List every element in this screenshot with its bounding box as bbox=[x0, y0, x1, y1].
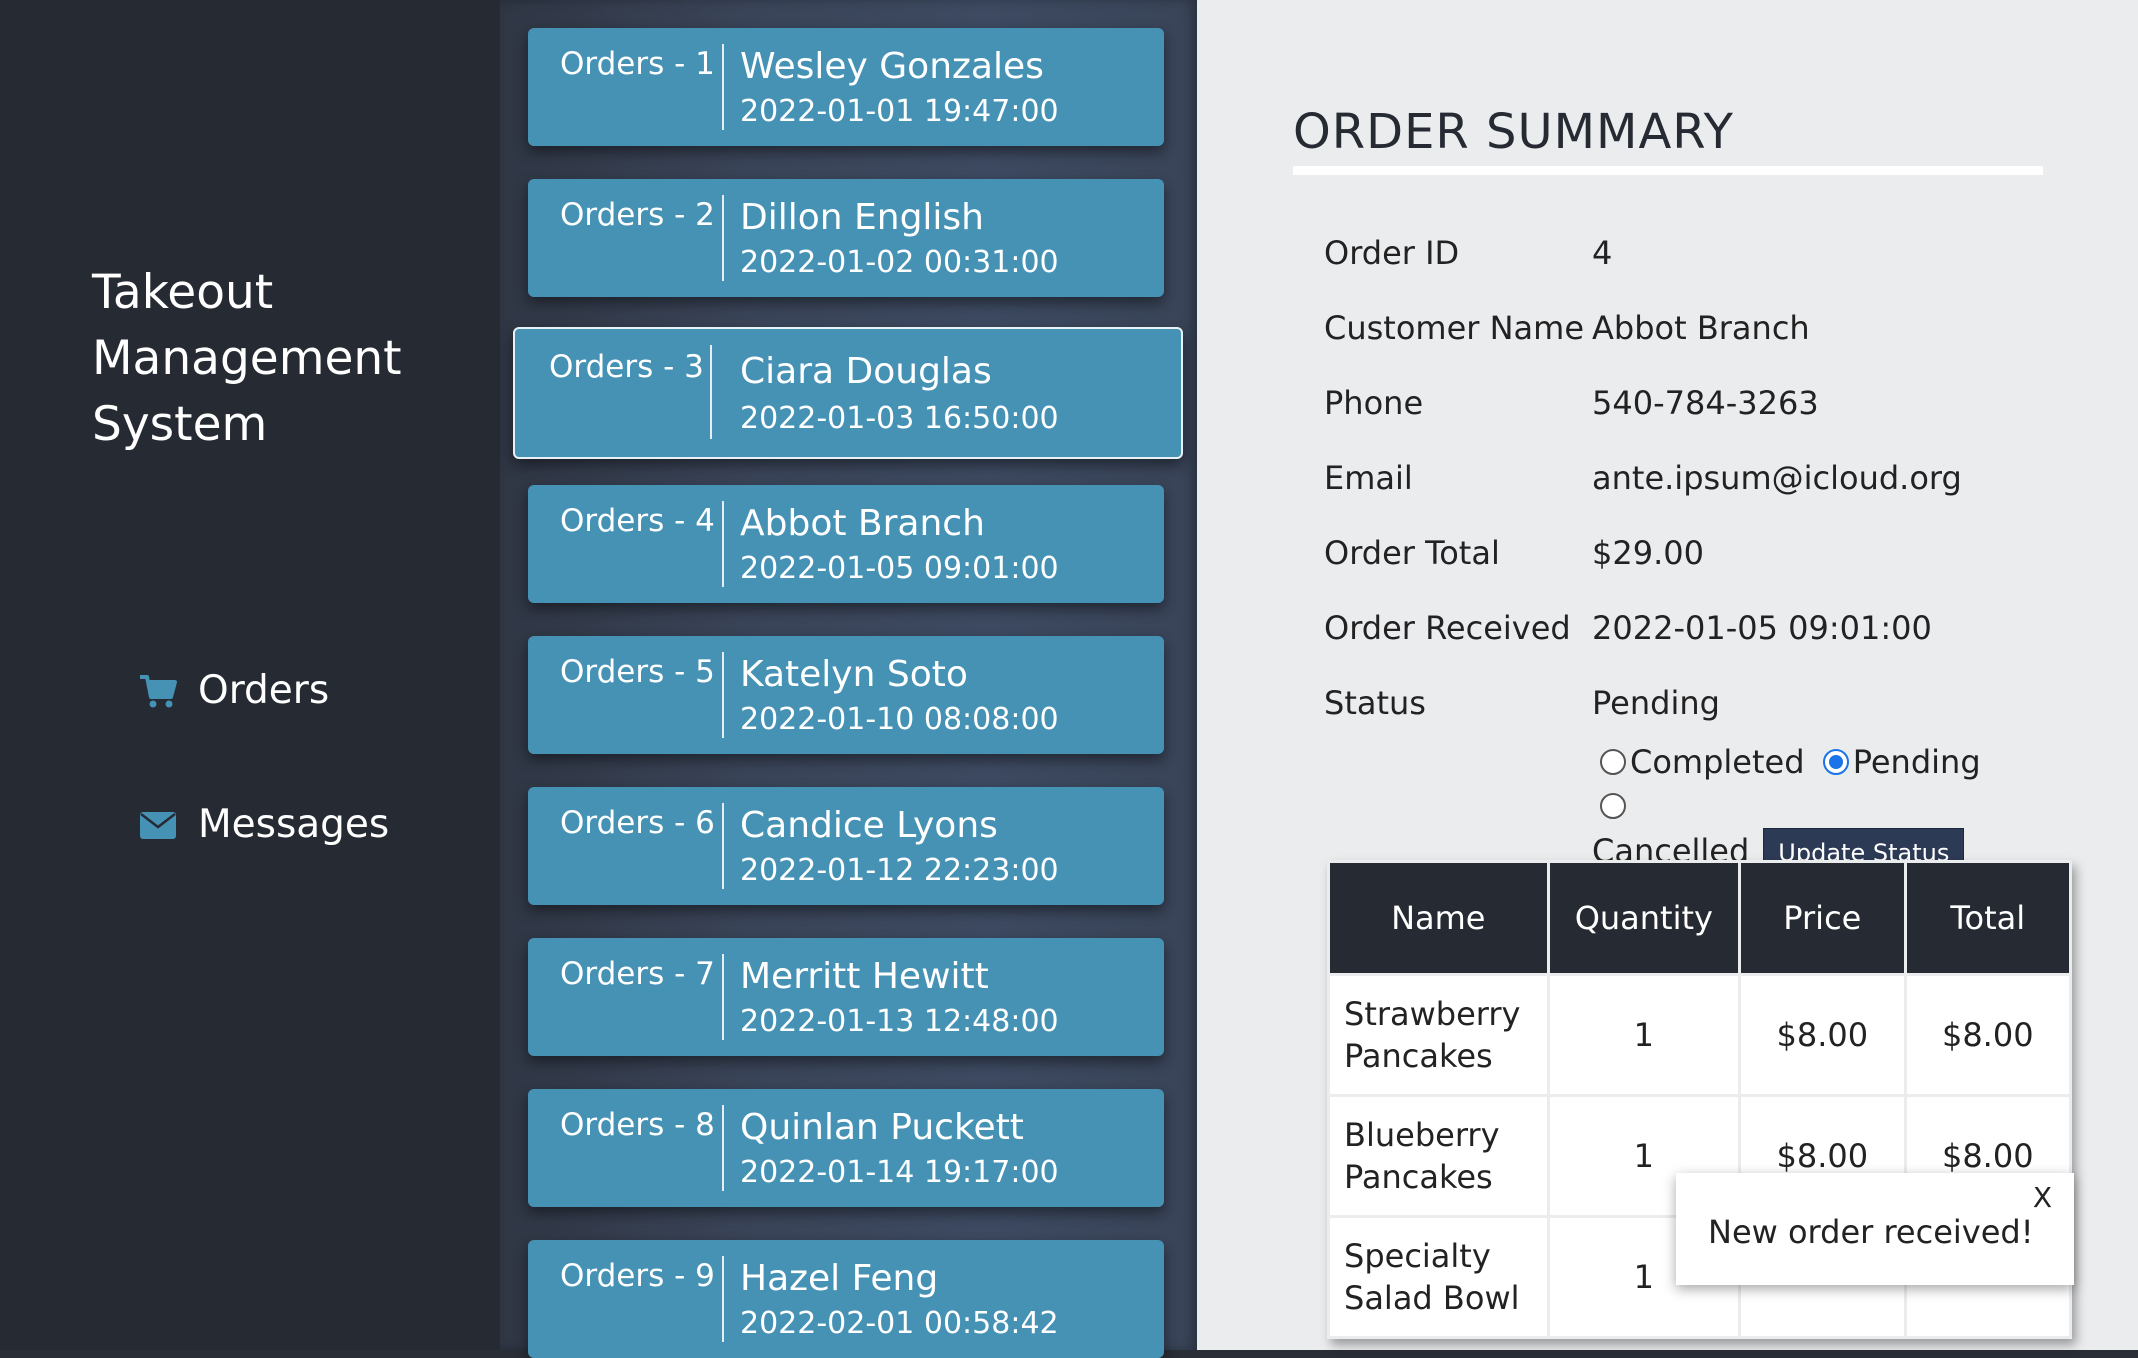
order-customer-name: Abbot Branch bbox=[740, 503, 985, 544]
phone-label: Phone bbox=[1324, 384, 1424, 422]
item-quantity: 1 bbox=[1546, 973, 1742, 1097]
order-customer-name: Katelyn Soto bbox=[740, 654, 968, 695]
item-name: Specialty Salad Bowl bbox=[1327, 1215, 1550, 1339]
order-date: 2022-02-01 00:58:42 bbox=[740, 1306, 1059, 1341]
order-customer-name: Merritt Hewitt bbox=[740, 956, 989, 997]
order-number: Orders - 2 bbox=[560, 197, 715, 233]
app-title-line: Takeout bbox=[92, 265, 274, 320]
cart-icon bbox=[140, 674, 177, 707]
customer-name-label: Customer Name bbox=[1324, 309, 1585, 347]
order-card[interactable]: Orders - 6 Candice Lyons 2022-01-12 22:2… bbox=[528, 787, 1164, 905]
order-card[interactable]: Orders - 5 Katelyn Soto 2022-01-10 08:08… bbox=[528, 636, 1164, 754]
app-title-line: System bbox=[92, 397, 268, 452]
status-pending-radio[interactable] bbox=[1822, 749, 1849, 775]
order-number: Orders - 4 bbox=[560, 503, 715, 539]
order-received-label: Order Received bbox=[1324, 609, 1571, 647]
order-customer-name: Dillon English bbox=[740, 197, 985, 238]
status-completed-radio[interactable] bbox=[1600, 749, 1626, 775]
order-number: Orders - 7 bbox=[560, 956, 715, 992]
order-date: 2022-01-02 00:31:00 bbox=[740, 245, 1059, 280]
column-header-quantity: Quantity bbox=[1546, 860, 1742, 976]
email-label: Email bbox=[1324, 459, 1413, 497]
item-price: $8.00 bbox=[1738, 973, 1907, 1097]
status-value: Pending bbox=[1592, 684, 1720, 722]
notification-toast: New order received! X bbox=[1676, 1173, 2074, 1285]
order-card-divider bbox=[722, 954, 724, 1040]
order-card[interactable]: Orders - 2 Dillon English 2022-01-02 00:… bbox=[528, 179, 1164, 297]
page-title: ORDER SUMMARY bbox=[1293, 104, 1734, 160]
order-card[interactable]: Orders - 7 Merritt Hewitt 2022-01-13 12:… bbox=[528, 938, 1164, 1056]
sidebar: Takeout Management System Orders Message… bbox=[0, 0, 500, 1350]
order-card-selected[interactable]: Orders - 3 Ciara Douglas 2022-01-03 16:5… bbox=[513, 327, 1183, 459]
status-completed-label: Completed bbox=[1630, 743, 1805, 781]
column-header-price: Price bbox=[1738, 860, 1907, 976]
column-header-total: Total bbox=[1903, 860, 2073, 976]
app-title-line: Management bbox=[92, 331, 402, 386]
order-card-divider bbox=[710, 345, 712, 439]
envelope-icon bbox=[140, 811, 176, 839]
order-date: 2022-01-14 19:17:00 bbox=[740, 1155, 1059, 1190]
order-date: 2022-01-10 08:08:00 bbox=[740, 702, 1059, 737]
order-card-divider bbox=[722, 44, 724, 130]
close-icon[interactable]: X bbox=[2033, 1181, 2052, 1214]
status-cancelled-radio[interactable] bbox=[1600, 793, 1626, 819]
order-card-divider bbox=[722, 1256, 724, 1342]
nav-orders[interactable]: Orders bbox=[138, 668, 329, 713]
order-id-value: 4 bbox=[1592, 234, 1613, 272]
order-id-label: Order ID bbox=[1324, 234, 1460, 272]
order-date: 2022-01-01 19:47:00 bbox=[740, 94, 1059, 129]
toast-message: New order received! bbox=[1708, 1213, 2034, 1251]
order-number: Orders - 6 bbox=[560, 805, 715, 841]
order-card[interactable]: Orders - 8 Quinlan Puckett 2022-01-14 19… bbox=[528, 1089, 1164, 1207]
item-name: Strawberry Pancakes bbox=[1327, 973, 1550, 1097]
phone-value: 540-784-3263 bbox=[1592, 384, 1819, 422]
column-header-name: Name bbox=[1327, 860, 1550, 976]
order-number: Orders - 8 bbox=[560, 1107, 715, 1143]
order-number: Orders - 9 bbox=[560, 1258, 715, 1294]
email-value: ante.ipsum@icloud.org bbox=[1592, 459, 1962, 497]
order-card[interactable]: Orders - 9 Hazel Feng 2022-02-01 00:58:4… bbox=[528, 1240, 1164, 1358]
order-card[interactable]: Orders - 1 Wesley Gonzales 2022-01-01 19… bbox=[528, 28, 1164, 146]
app-title: Takeout Management System bbox=[92, 260, 402, 458]
nav-orders-label: Orders bbox=[198, 668, 330, 713]
order-total-value: $29.00 bbox=[1592, 534, 1704, 572]
order-customer-name: Quinlan Puckett bbox=[740, 1107, 1024, 1148]
order-customer-name: Candice Lyons bbox=[740, 805, 998, 846]
order-number: Orders - 1 bbox=[560, 46, 715, 82]
table-row: Strawberry Pancakes 1 $8.00 $8.00 bbox=[1327, 973, 2073, 1097]
order-list: Orders - 1 Wesley Gonzales 2022-01-01 19… bbox=[500, 0, 1197, 1358]
order-received-value: 2022-01-05 09:01:00 bbox=[1592, 609, 1932, 647]
order-number: Orders - 5 bbox=[560, 654, 715, 690]
item-total: $8.00 bbox=[1903, 973, 2073, 1097]
status-label: Status bbox=[1324, 684, 1426, 722]
order-card-divider bbox=[722, 501, 724, 587]
order-card-divider bbox=[722, 1105, 724, 1191]
order-total-label: Order Total bbox=[1324, 534, 1500, 572]
order-customer-name: Hazel Feng bbox=[740, 1258, 939, 1299]
table-header-row: Name Quantity Price Total bbox=[1327, 860, 2073, 976]
order-number: Orders - 3 bbox=[549, 349, 704, 385]
title-underline bbox=[1293, 166, 2043, 175]
status-pending-label: Pending bbox=[1852, 743, 1981, 781]
item-name: Blueberry Pancakes bbox=[1327, 1094, 1550, 1218]
order-card-divider bbox=[722, 652, 724, 738]
order-customer-name: Wesley Gonzales bbox=[740, 46, 1044, 87]
order-date: 2022-01-05 09:01:00 bbox=[740, 551, 1059, 586]
nav-messages[interactable]: Messages bbox=[138, 802, 389, 847]
status-radio-group: Completed Pending Cancelled Update Status bbox=[1592, 740, 2022, 878]
order-date: 2022-01-12 22:23:00 bbox=[740, 853, 1059, 888]
customer-name-value: Abbot Branch bbox=[1592, 309, 1810, 347]
nav-messages-label: Messages bbox=[198, 802, 390, 847]
order-card[interactable]: Orders - 4 Abbot Branch 2022-01-05 09:01… bbox=[528, 485, 1164, 603]
order-date: 2022-01-13 12:48:00 bbox=[740, 1004, 1059, 1039]
order-date: 2022-01-03 16:50:00 bbox=[740, 401, 1059, 436]
order-card-divider bbox=[722, 803, 724, 889]
order-card-divider bbox=[722, 195, 724, 281]
order-customer-name: Ciara Douglas bbox=[740, 351, 992, 392]
